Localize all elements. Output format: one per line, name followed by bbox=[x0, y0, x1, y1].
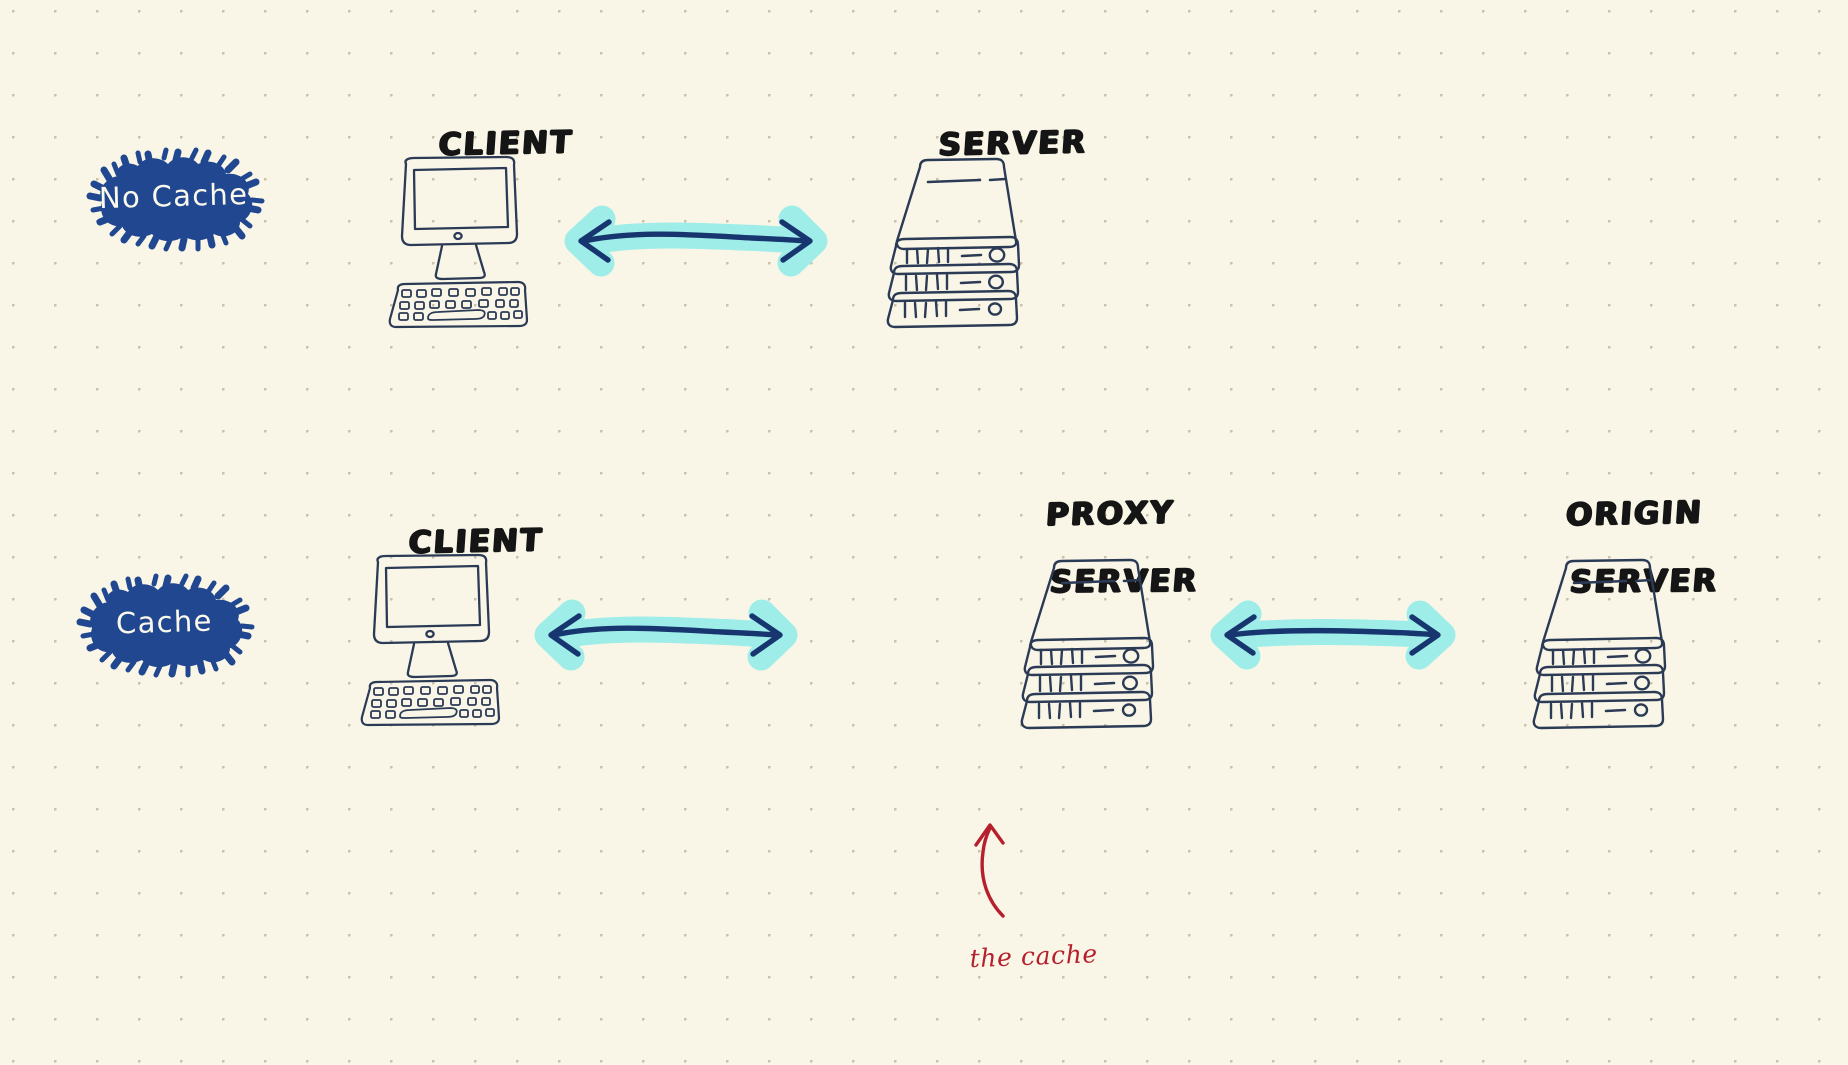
spacebar bbox=[399, 707, 458, 719]
badge-cache-label: Cache bbox=[115, 603, 213, 641]
badge-no-cache-label: No Cache bbox=[98, 176, 250, 216]
client-computer-cache bbox=[360, 553, 501, 727]
monitor-screen bbox=[412, 166, 510, 231]
server-rack-unit-3 bbox=[886, 289, 1019, 329]
power-led bbox=[453, 231, 463, 241]
link-client-server-no-cache bbox=[564, 205, 828, 277]
link-proxy-origin bbox=[1210, 600, 1456, 670]
server-rack-unit-2 bbox=[887, 262, 1020, 303]
annotation-the-cache-text: the cache bbox=[969, 939, 1099, 974]
badge-cache: Cache bbox=[76, 573, 255, 678]
server-rack-unit-2 bbox=[1533, 663, 1666, 704]
badge-no-cache: No Cache bbox=[86, 147, 265, 252]
client-computer-no-cache bbox=[388, 155, 529, 329]
power-led bbox=[425, 629, 435, 639]
server-top-vents bbox=[1572, 578, 1653, 585]
monitor-screen bbox=[384, 564, 482, 629]
server-rack-unit-1 bbox=[1535, 636, 1667, 677]
server-rack-unit-3 bbox=[1532, 690, 1665, 730]
label-proxy-server-line1: PROXY bbox=[1044, 494, 1176, 534]
server-top-vents bbox=[1060, 578, 1141, 585]
proxy-server bbox=[1020, 558, 1155, 730]
keyboard-keys bbox=[398, 287, 523, 321]
annotation-the-cache: the cache bbox=[951, 910, 1098, 974]
label-origin-server-line1: ORIGIN bbox=[1564, 494, 1704, 534]
origin-server bbox=[1532, 558, 1667, 730]
monitor-stand bbox=[406, 641, 458, 679]
server-no-cache bbox=[886, 157, 1021, 329]
server-top-chassis bbox=[1541, 558, 1664, 652]
link-client-proxy bbox=[534, 599, 798, 671]
monitor-stand bbox=[434, 243, 486, 281]
server-rack-unit-1 bbox=[1023, 636, 1155, 677]
server-rack-unit-1 bbox=[889, 235, 1021, 276]
server-rack-unit-2 bbox=[1021, 663, 1154, 704]
server-top-chassis bbox=[1029, 558, 1152, 652]
server-rack-unit-3 bbox=[1020, 690, 1153, 730]
server-top-vents bbox=[926, 177, 1007, 184]
label-server-no-cache: SERVER bbox=[912, 96, 1091, 163]
server-top-chassis bbox=[895, 157, 1018, 251]
keyboard-keys bbox=[370, 685, 495, 719]
annotation-arrow-the-cache bbox=[974, 823, 1005, 918]
spacebar bbox=[427, 309, 486, 321]
